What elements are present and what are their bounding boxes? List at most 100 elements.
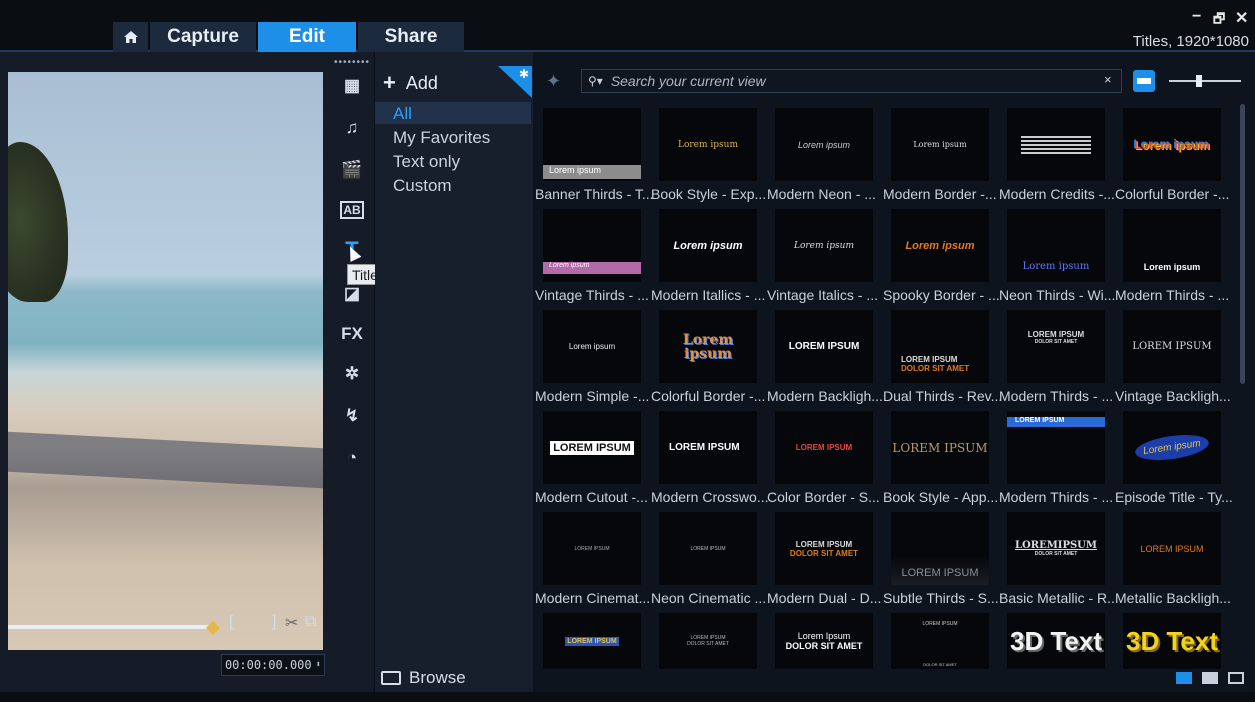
minimize-button[interactable]: − bbox=[1192, 8, 1201, 26]
tab-edit[interactable]: Edit bbox=[258, 22, 356, 52]
thumbnail-text: LOREM IPSUM bbox=[669, 442, 740, 453]
thumbnail-preview: Lorem ipsum bbox=[775, 108, 873, 181]
thumbnail-view-icon[interactable] bbox=[1176, 672, 1192, 684]
thumbnail-preview: Lorem ipsum bbox=[1123, 411, 1221, 484]
thumbnail-label: Vintage Thirds - ... bbox=[535, 287, 649, 303]
thumbnail-text: Lorem ipsum bbox=[1133, 430, 1211, 465]
title-thumbnail[interactable]: Lorem ipsum Colorful Border -... bbox=[651, 310, 767, 411]
thumbnail-text: LOREM IPSUM bbox=[1132, 341, 1212, 352]
title-thumbnail[interactable]: Lorem ipsum Book Style - Exp... bbox=[651, 108, 767, 209]
timecode-stepper-icon[interactable]: ⬍ bbox=[316, 660, 321, 670]
fx-icon[interactable]: FX bbox=[338, 320, 366, 348]
title-thumbnail[interactable]: Lorem ipsum Modern Itallics - ... bbox=[651, 209, 767, 310]
search-field[interactable]: ⚲▾ bbox=[581, 69, 1122, 93]
scissors-icon[interactable]: ✂ bbox=[285, 613, 298, 633]
title-thumbnail[interactable]: LOREM IPSUM DOLOR SIT AMET Modern Dual -… bbox=[767, 512, 883, 613]
title-thumbnail[interactable]: Lorem ipsum Episode Title - Ty... bbox=[1115, 411, 1233, 512]
title-thumbnail[interactable]: LOREM IPSUM Modern Backligh... bbox=[767, 310, 883, 411]
magic-wand-icon[interactable]: ✲ bbox=[338, 360, 366, 388]
title-thumbnail[interactable]: 3D Text bbox=[1115, 613, 1231, 675]
thumbnail-subtext: DOLOR SIT AMET bbox=[901, 364, 970, 373]
title-thumbnail[interactable]: LOREMIPSUM DOLOR SIT AMET Basic Metallic… bbox=[999, 512, 1117, 613]
thumbnail-text: Lorem ipsum bbox=[1143, 262, 1201, 272]
title-thumbnail[interactable]: LOREM IPSUM Metallic Backligh... bbox=[1115, 512, 1231, 613]
title-thumbnail[interactable]: 3D Text bbox=[999, 613, 1115, 675]
close-button[interactable]: ✕ bbox=[1235, 8, 1248, 28]
list-view-icon[interactable] bbox=[1202, 672, 1218, 684]
title-thumbnail[interactable]: Lorem ipsum Vintage Thirds - ... bbox=[535, 209, 651, 310]
tab-share[interactable]: Share bbox=[358, 22, 464, 52]
thumbnail-label: Modern Neon - ... bbox=[767, 186, 876, 202]
title-thumbnail[interactable]: LOREM IPSUM DOLOR SIT AMET bbox=[651, 613, 767, 675]
thumbnail-preview: LOREM IPSUM bbox=[1123, 512, 1221, 585]
media-library-icon[interactable]: ▦ bbox=[338, 72, 366, 100]
title-thumbnail[interactable]: LOREM IPSUM DOLOR SIT AMET bbox=[883, 613, 999, 675]
transition-icon[interactable]: AB bbox=[338, 196, 366, 224]
status-strip bbox=[0, 692, 1255, 702]
thumbnail-label: Neon Cinematic ... bbox=[651, 590, 767, 606]
instant-project-icon[interactable]: 🎬 bbox=[338, 156, 366, 184]
thumbnail-text: LOREM IPSUM bbox=[1027, 330, 1085, 339]
pin-icon: ✱ bbox=[518, 67, 529, 81]
restore-button[interactable]: 🗗 bbox=[1213, 10, 1225, 32]
view-mode-toggle[interactable] bbox=[1133, 70, 1155, 92]
scrubber-track[interactable] bbox=[8, 625, 218, 629]
speed-gauge-icon[interactable]: ◔ bbox=[338, 444, 366, 472]
title-thumbnail[interactable]: Lorem ipsum Banner Thirds - T... bbox=[535, 108, 653, 209]
library-scrollbar[interactable] bbox=[1240, 104, 1245, 384]
preview-video[interactable] bbox=[8, 72, 323, 650]
title-thumbnail[interactable]: Lorem ipsum Colorful Border -... bbox=[1115, 108, 1231, 209]
rail-grip[interactable]: •••••••• bbox=[334, 57, 370, 68]
title-thumbnail[interactable]: Lorem ipsum Modern Simple -... bbox=[535, 310, 651, 411]
title-thumbnail[interactable]: Lorem ipsum Spooky Border - ... bbox=[883, 209, 1000, 310]
title-thumbnail[interactable]: LOREM IPSUM Modern Cinemat... bbox=[535, 512, 651, 613]
thumbnail-size-knob[interactable] bbox=[1196, 75, 1202, 87]
title-thumbnail[interactable]: LOREM IPSUM Book Style - App... bbox=[883, 411, 999, 512]
mark-in-button[interactable]: [ bbox=[229, 613, 233, 631]
title-thumbnail[interactable]: Lorem ipsum Modern Thirds - ... bbox=[1115, 209, 1231, 310]
search-input[interactable] bbox=[610, 73, 1081, 89]
audio-icon[interactable]: ♫ bbox=[338, 114, 366, 142]
add-category-button[interactable]: + Add bbox=[383, 70, 438, 96]
title-thumbnail[interactable]: LOREM IPSUM Neon Cinematic ... bbox=[651, 512, 767, 613]
title-thumbnail[interactable]: LOREM IPSUM Color Border - S... bbox=[767, 411, 883, 512]
tab-capture[interactable]: Capture bbox=[150, 22, 256, 52]
thumbnail-subtext: DOLOR SIT AMET bbox=[923, 662, 957, 667]
thumbnail-label: Color Border - S... bbox=[767, 489, 880, 505]
category-text-only[interactable]: Text only bbox=[393, 152, 460, 172]
add-to-favorites-icon[interactable]: ✦ bbox=[546, 71, 561, 92]
browse-button[interactable]: Browse bbox=[381, 668, 466, 688]
thumbnail-text: Lorem Ipsum bbox=[797, 631, 851, 641]
thumbnail-text: Lorem ipsum bbox=[1022, 261, 1090, 272]
title-thumbnail[interactable]: LOREM IPSUM Modern Crosswo... bbox=[651, 411, 768, 512]
category-custom[interactable]: Custom bbox=[393, 176, 452, 196]
search-clear-button[interactable]: × bbox=[1104, 72, 1112, 87]
title-thumbnail[interactable]: LOREM IPSUM Modern Thirds - ... bbox=[999, 411, 1115, 512]
title-thumbnail[interactable]: Modern Credits -... bbox=[999, 108, 1115, 209]
title-thumbnail[interactable]: LOREM IPSUM bbox=[535, 613, 651, 675]
title-thumbnail[interactable]: Lorem Ipsum DOLOR SIT AMET bbox=[767, 613, 883, 675]
timecode-field[interactable]: 00:00:00.000 ⬍ bbox=[221, 654, 325, 676]
category-my-favorites[interactable]: My Favorites bbox=[393, 128, 490, 148]
copy-clip-icon[interactable]: ⧉ bbox=[305, 613, 316, 631]
edit-icon[interactable] bbox=[1228, 672, 1244, 684]
title-thumbnail[interactable]: LOREM IPSUM DOLOR SIT AMET Modern Thirds… bbox=[999, 310, 1115, 411]
title-thumbnail[interactable]: LOREM IPSUM Subtle Thirds - S... bbox=[883, 512, 999, 613]
title-thumbnail[interactable]: LOREM IPSUM DOLOR SIT AMET Dual Thirds -… bbox=[883, 310, 1001, 411]
title-thumbnail[interactable]: LOREM IPSUM Modern Cutout -... bbox=[535, 411, 651, 512]
search-icon[interactable]: ⚲▾ bbox=[588, 74, 603, 88]
category-all[interactable]: All bbox=[393, 104, 412, 124]
title-thumbnail[interactable]: Lorem ipsum Vintage Italics - ... bbox=[767, 209, 883, 310]
title-thumbnail[interactable]: Lorem ipsum Modern Border -... bbox=[883, 108, 999, 209]
path-icon[interactable]: ↯ bbox=[338, 402, 366, 430]
thumbnail-text: 3D Text bbox=[1126, 625, 1218, 656]
home-button[interactable] bbox=[113, 22, 148, 52]
thumbnail-text: Lorem ipsum bbox=[543, 165, 641, 179]
title-thumbnail[interactable]: Lorem ipsum Modern Neon - ... bbox=[767, 108, 883, 209]
title-thumbnail[interactable]: LOREM IPSUM Vintage Backligh... bbox=[1115, 310, 1231, 411]
thumbnail-preview: 3D Text bbox=[1007, 613, 1105, 669]
title-thumbnail[interactable]: Lorem ipsum Neon Thirds - Wi... bbox=[999, 209, 1115, 310]
thumbnail-preview: Lorem ipsum bbox=[543, 310, 641, 383]
thumbnail-size-slider[interactable] bbox=[1169, 80, 1241, 82]
mark-out-button[interactable]: ] bbox=[272, 613, 276, 631]
